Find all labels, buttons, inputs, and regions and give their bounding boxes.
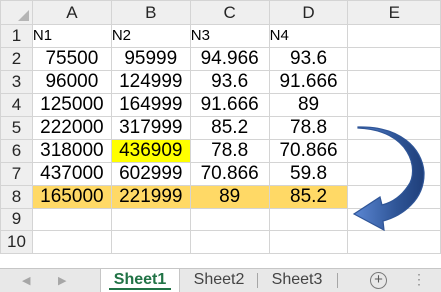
- column-header-a[interactable]: A: [31, 0, 112, 25]
- header-cell-n2[interactable]: N2: [110, 24, 191, 48]
- row-header[interactable]: 5: [0, 115, 33, 140]
- select-all-corner[interactable]: [0, 0, 33, 25]
- empty-cell[interactable]: [347, 46, 441, 71]
- table-row: 3 96000 124999 93.6 91.666: [0, 69, 441, 94]
- tab-divider: [337, 273, 338, 288]
- column-header-b[interactable]: B: [110, 0, 191, 25]
- data-cell[interactable]: 93.6: [268, 46, 349, 71]
- data-cell[interactable]: 318000: [31, 138, 112, 163]
- data-cell[interactable]: 91.666: [189, 92, 270, 117]
- select-all-triangle-icon: [17, 10, 29, 21]
- data-cell[interactable]: 75500: [31, 46, 112, 71]
- tab-sheet3[interactable]: Sheet3: [261, 269, 333, 292]
- empty-cell[interactable]: [347, 92, 441, 117]
- data-cell[interactable]: 125000: [31, 92, 112, 117]
- table-row: 7 437000 602999 70.866 59.8: [0, 161, 441, 186]
- spreadsheet-grid: A B C D E 1 N1 N2 N3 N4 2 75500 95999 94…: [0, 0, 441, 254]
- empty-cell[interactable]: [268, 230, 349, 254]
- empty-cell[interactable]: [189, 230, 270, 254]
- empty-cell[interactable]: [110, 230, 191, 254]
- tab-label: Sheet3: [271, 271, 323, 288]
- row-header[interactable]: 10: [0, 230, 33, 254]
- empty-cell[interactable]: [110, 207, 191, 231]
- empty-cell[interactable]: [347, 230, 441, 254]
- empty-cell[interactable]: [347, 161, 441, 186]
- tab-divider: [257, 273, 258, 288]
- header-cell-n3[interactable]: N3: [189, 24, 270, 48]
- empty-cell[interactable]: [347, 69, 441, 94]
- add-sheet-button[interactable]: +: [370, 272, 387, 289]
- column-header-c[interactable]: C: [189, 0, 270, 25]
- data-cell[interactable]: 91.666: [268, 69, 349, 94]
- data-cell[interactable]: 78.8: [189, 138, 270, 163]
- header-cell-n1[interactable]: N1: [31, 24, 112, 48]
- scroll-tabs-left-icon[interactable]: ◀: [22, 274, 30, 287]
- data-cell[interactable]: 59.8: [268, 161, 349, 186]
- plus-icon: +: [374, 271, 383, 288]
- highlighted-cell[interactable]: 85.2: [268, 184, 349, 209]
- data-cell[interactable]: 602999: [110, 161, 191, 186]
- highlighted-cell[interactable]: 89: [189, 184, 270, 209]
- empty-cell[interactable]: [31, 230, 112, 254]
- row-header[interactable]: 7: [0, 161, 33, 186]
- highlighted-cell[interactable]: 221999: [110, 184, 191, 209]
- data-cell[interactable]: 93.6: [189, 69, 270, 94]
- table-row: 1 N1 N2 N3 N4: [0, 24, 441, 48]
- data-cell[interactable]: 70.866: [268, 138, 349, 163]
- tab-sheet1[interactable]: Sheet1: [100, 269, 180, 292]
- tab-label: Sheet1: [113, 271, 167, 288]
- data-cell[interactable]: 70.866: [189, 161, 270, 186]
- highlighted-cell-b6[interactable]: 436909: [110, 138, 191, 163]
- data-cell[interactable]: 94.966: [189, 46, 270, 71]
- data-cell[interactable]: 222000: [31, 115, 112, 140]
- spreadsheet-grid-area: A B C D E 1 N1 N2 N3 N4 2 75500 95999 94…: [0, 0, 441, 268]
- empty-cell[interactable]: [347, 24, 441, 48]
- row-header[interactable]: 4: [0, 92, 33, 117]
- scroll-tabs-right-icon[interactable]: ▶: [58, 274, 66, 287]
- tab-sheet2[interactable]: Sheet2: [183, 269, 255, 292]
- data-cell[interactable]: 89: [268, 92, 349, 117]
- empty-cell[interactable]: [31, 207, 112, 231]
- table-row: 9: [0, 207, 441, 231]
- empty-cell[interactable]: [347, 184, 441, 209]
- tab-label: Sheet2: [193, 271, 245, 288]
- active-tab-underline: [109, 288, 171, 290]
- data-cell[interactable]: 85.2: [189, 115, 270, 140]
- data-cell[interactable]: 124999: [110, 69, 191, 94]
- empty-cell[interactable]: [268, 207, 349, 231]
- table-row: 5 222000 317999 85.2 78.8: [0, 115, 441, 140]
- empty-cell[interactable]: [189, 207, 270, 231]
- data-cell[interactable]: 317999: [110, 115, 191, 140]
- empty-cell[interactable]: [347, 115, 441, 140]
- table-row: 10: [0, 230, 441, 254]
- highlighted-cell[interactable]: 165000: [31, 184, 112, 209]
- table-row: 6 318000 436909 78.8 70.866: [0, 138, 441, 163]
- data-cell[interactable]: 164999: [110, 92, 191, 117]
- sheet-tab-bar: ◀ ▶ Sheet1 Sheet2 Sheet3 + ⋮: [0, 268, 441, 292]
- table-row: 2 75500 95999 94.966 93.6: [0, 46, 441, 71]
- row-header[interactable]: 1: [0, 24, 33, 48]
- row-header[interactable]: 6: [0, 138, 33, 163]
- data-cell[interactable]: 437000: [31, 161, 112, 186]
- header-cell-n4[interactable]: N4: [268, 24, 349, 48]
- table-row: 4 125000 164999 91.666 89: [0, 92, 441, 117]
- table-row: 8 165000 221999 89 85.2: [0, 184, 441, 209]
- column-header-d[interactable]: D: [268, 0, 349, 25]
- more-options-icon[interactable]: ⋮: [412, 271, 426, 288]
- row-header[interactable]: 9: [0, 207, 33, 231]
- data-cell[interactable]: 78.8: [268, 115, 349, 140]
- row-header[interactable]: 3: [0, 69, 33, 94]
- data-cell[interactable]: 95999: [110, 46, 191, 71]
- row-header[interactable]: 8: [0, 184, 33, 209]
- empty-cell[interactable]: [347, 207, 441, 231]
- data-cell[interactable]: 96000: [31, 69, 112, 94]
- row-header[interactable]: 2: [0, 46, 33, 71]
- column-header-e[interactable]: E: [347, 0, 441, 25]
- empty-cell[interactable]: [347, 138, 441, 163]
